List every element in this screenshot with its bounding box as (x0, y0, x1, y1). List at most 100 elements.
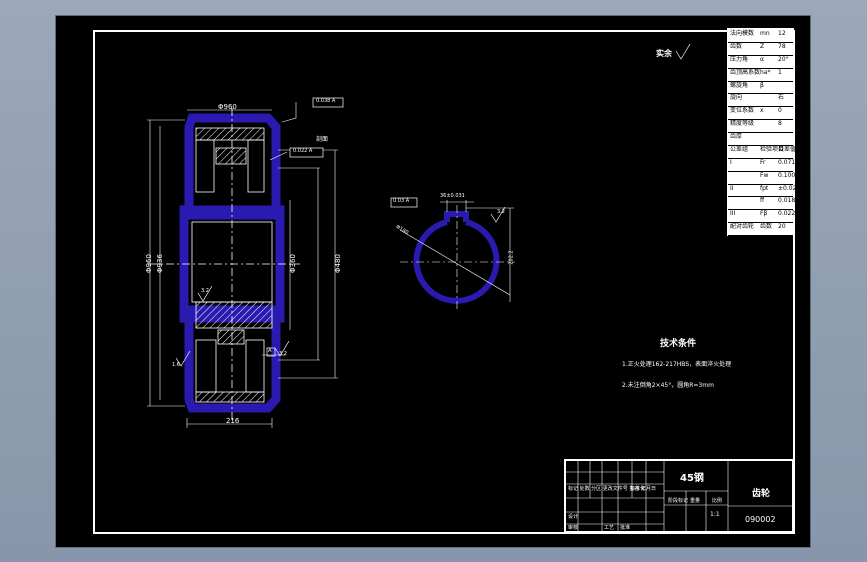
param-label: 配对齿轮 (730, 223, 755, 231)
param-val: 0.018 (778, 197, 796, 205)
approve-label: 批准 (620, 525, 631, 531)
param-sym: α (760, 55, 764, 63)
tech-req-item-1: 1.正火处理162-217HBS，表面淬火处理 (622, 361, 732, 368)
param-label: 齿顶高系数 (730, 68, 761, 76)
param-row: 齿数 Z 78 (728, 42, 793, 56)
param-row: 压力角 α 20° (728, 55, 793, 69)
param-row: 变位系数 x 0 (728, 106, 793, 121)
lower-web-hatch (195, 301, 273, 329)
param-label: 齿厚 (730, 133, 743, 140)
upper-web-hatch (195, 127, 265, 141)
dim-od: Φ960 (144, 254, 153, 273)
param-label: 齿数 (730, 42, 743, 50)
param-sym: mn (760, 30, 770, 37)
param-row: 法向模数 mn 12 (728, 29, 793, 43)
param-val: 右 (778, 94, 785, 102)
dim-top-width: Φ960 (218, 103, 237, 111)
roughness-c: 3.2 (279, 351, 287, 357)
dim-key-width: 36±0.031 (440, 193, 465, 199)
param-row: I Fr 0.071 (728, 158, 796, 172)
param-val: 20° (778, 55, 789, 63)
section-label: 剖面 (316, 136, 329, 143)
dim-key-depth: 202.2 (508, 250, 515, 265)
param-row: III Fβ 0.022 (728, 209, 796, 224)
material: 45钢 (680, 473, 704, 484)
param-sym: Fw (760, 171, 769, 179)
param-label: 螺旋角 (730, 81, 749, 89)
part-name: 齿轮 (752, 489, 771, 499)
param-sym: x (760, 107, 764, 115)
param-val: 0.071 (778, 158, 796, 166)
dim-bore-side: Φ360 (288, 254, 297, 273)
param-label: II (730, 184, 734, 192)
param-label: 精度等级 (730, 120, 755, 128)
param-label: 公差组 (730, 145, 749, 153)
bottom-web-hatch (195, 391, 265, 403)
param-row: 螺旋角 β (728, 81, 793, 95)
designer-label: 设计 (568, 514, 579, 520)
param-label: 旋向 (730, 94, 743, 102)
scale: 1:1 (710, 511, 720, 518)
roughness-a: 3.2 (201, 288, 209, 294)
upper-cavity-right (247, 139, 265, 193)
param-sym: Fβ (760, 210, 768, 218)
param-val: 0 (778, 107, 782, 115)
checker-label: 审核 (568, 525, 579, 531)
gear-parameter-table: 法向模数 mn 12 齿数 Z 78 压力角 α 20° 齿顶高系数 ha* 1 螺旋角 β 旋向 右变位系数… (727, 28, 800, 236)
process-label: 工艺 (604, 525, 615, 531)
gear-section-view (150, 108, 300, 420)
param-val: 公差值 (778, 145, 797, 153)
lower-cavity-left (195, 339, 217, 393)
param-row: 精度等级 8 (728, 119, 793, 133)
param-label: 法向模数 (730, 30, 755, 37)
param-label: 变位系数 (730, 107, 755, 115)
param-sym: Z (760, 42, 765, 50)
upper-rib-hatch (215, 147, 247, 165)
tol-frame-mid-text: 0.022 A (293, 148, 313, 154)
lower-rib-hatch (217, 329, 245, 345)
param-row: Fw 0.100 (728, 171, 796, 185)
surface-finish-symbol (675, 43, 691, 60)
param-sym: ha* (760, 68, 771, 76)
upper-cavity-left (195, 139, 215, 193)
param-sym: 齿数 (760, 223, 773, 231)
datum-label: A (268, 348, 272, 354)
tech-req-item-2: 2.未注倒角2×45°，圆角R=3mm (622, 382, 714, 389)
param-val: 0.100 (778, 171, 796, 179)
param-val: 20 (778, 223, 786, 231)
param-sym: Fr (760, 158, 766, 166)
tol-frame-top-text: 0.038 A (316, 98, 336, 104)
param-val: 12 (778, 30, 786, 37)
param-val: 78 (778, 42, 786, 50)
std-label: 标准化 (630, 486, 646, 492)
param-row: 齿厚 (728, 132, 793, 146)
drawing-number: 090002 (745, 515, 776, 524)
weight-label: 重量 (690, 498, 701, 504)
bore-tol-frame-text: 0.03 A (393, 198, 410, 204)
stage-label: 阶段标记 (668, 498, 689, 504)
param-sym: ff (760, 197, 765, 205)
keyway (444, 211, 469, 222)
param-val: 0.022 (778, 210, 796, 218)
param-sym: fpt (760, 184, 769, 192)
param-label: 压力角 (730, 55, 749, 63)
param-val: 8 (778, 120, 782, 128)
dim-pitch-d: Φ936 (155, 254, 164, 273)
param-label: III (730, 210, 736, 218)
param-row: 旋向 右 (728, 93, 793, 108)
param-row: 配对齿轮 齿数 20 (728, 222, 793, 236)
param-row: ff 0.018 (728, 196, 796, 211)
bore-circle (413, 219, 500, 304)
param-val: ±0.020 (778, 184, 801, 192)
param-sym: β (760, 81, 764, 89)
scale-header: 比例 (712, 498, 723, 504)
dim-face-width: 216 (226, 417, 240, 425)
param-label: I (730, 158, 732, 166)
roughness-key: 3.2 (497, 209, 505, 215)
bore-view (399, 200, 515, 310)
param-row: 公差组 检验项目 公差值 (728, 145, 797, 159)
lower-cavity-right (245, 339, 265, 393)
param-val: 1 (778, 68, 782, 76)
param-row: II fpt ±0.020 (728, 184, 800, 198)
tech-req-title: 技术条件 (660, 339, 697, 349)
